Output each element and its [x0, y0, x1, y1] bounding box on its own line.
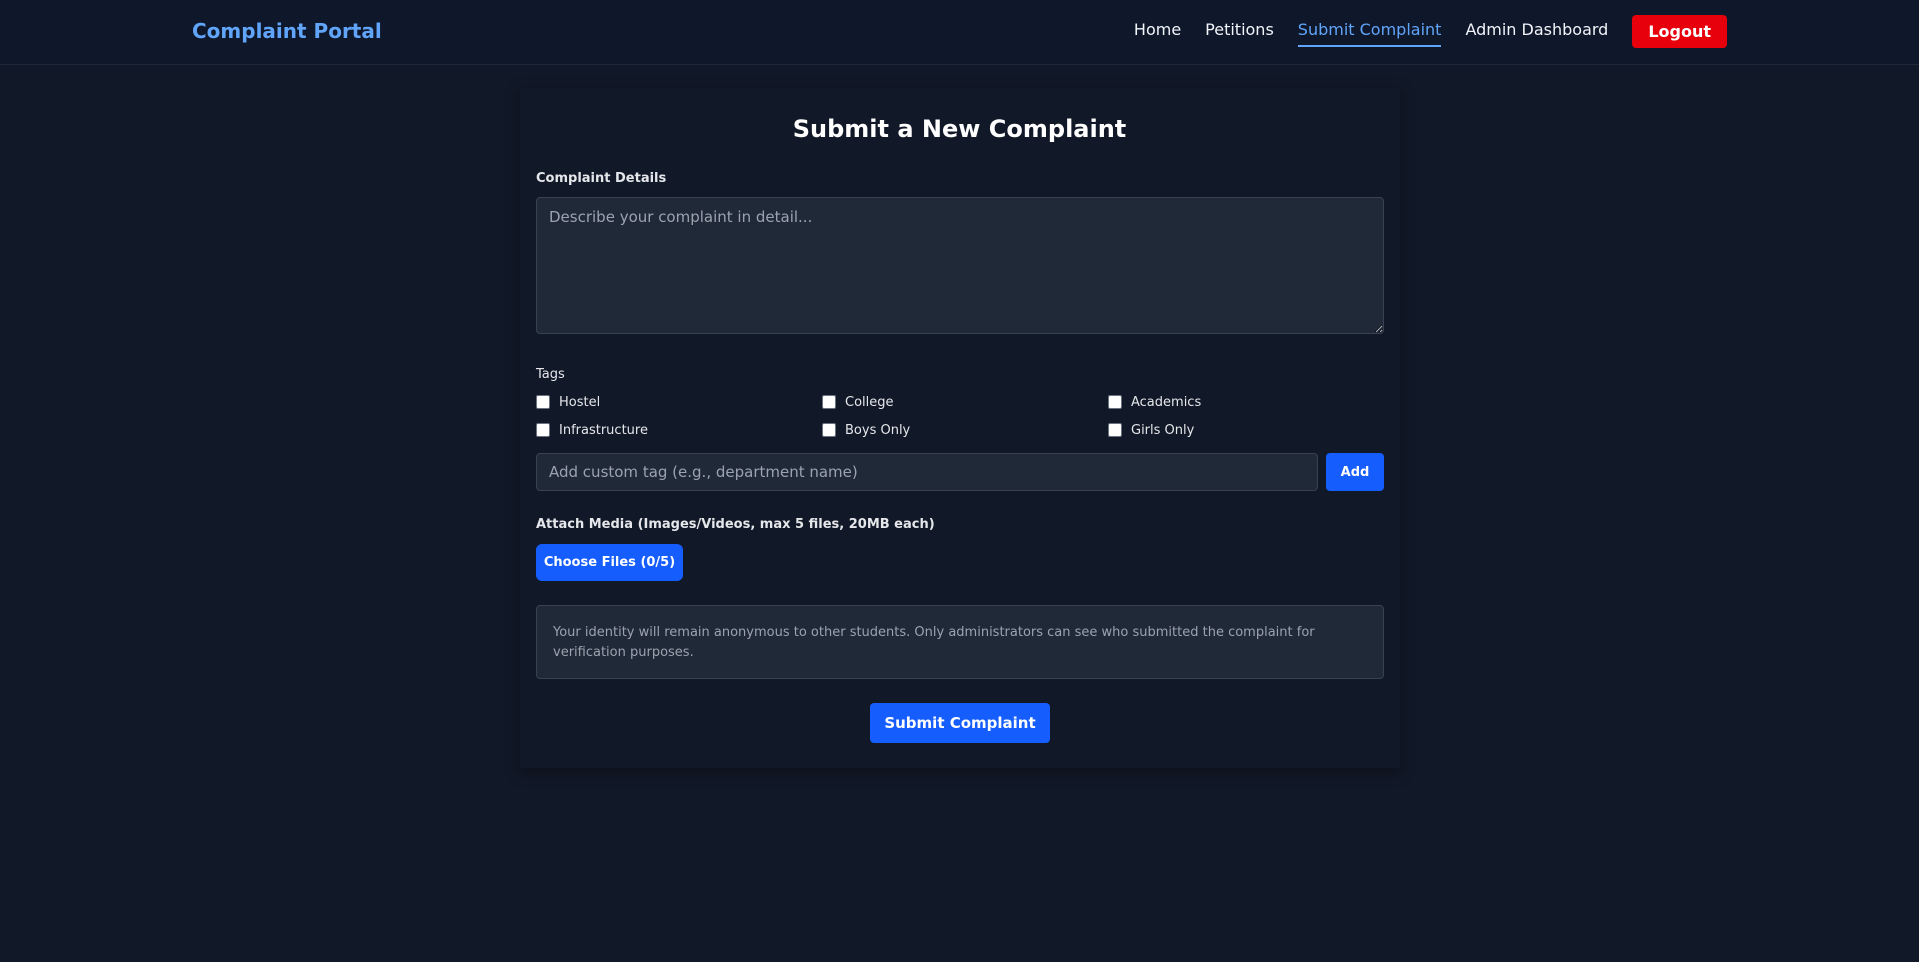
- nav-links: Home Petitions Submit Complaint Admin Da…: [1134, 15, 1727, 48]
- anonymity-notice: Your identity will remain anonymous to o…: [536, 605, 1384, 679]
- tag-checkbox-hostel[interactable]: [536, 395, 550, 409]
- tags-label: Tags: [536, 367, 565, 382]
- tag-option-academics[interactable]: Academics: [1108, 393, 1394, 411]
- tag-option-infrastructure[interactable]: Infrastructure: [536, 421, 822, 439]
- page-title: Submit a New Complaint: [792, 115, 1127, 143]
- tag-option-girls-only[interactable]: Girls Only: [1108, 421, 1394, 439]
- nav-link-home[interactable]: Home: [1134, 16, 1181, 47]
- tag-label-boys-only: Boys Only: [845, 422, 911, 438]
- tag-option-boys-only[interactable]: Boys Only: [822, 421, 1108, 439]
- complaint-details-label: Complaint Details: [536, 171, 667, 186]
- logout-button[interactable]: Logout: [1632, 15, 1727, 48]
- complaint-details-textarea[interactable]: [536, 197, 1384, 334]
- tag-checkbox-girls-only[interactable]: [1108, 423, 1122, 437]
- submit-complaint-button[interactable]: Submit Complaint: [870, 703, 1050, 743]
- tag-label-girls-only: Girls Only: [1131, 422, 1195, 438]
- tag-label-infrastructure: Infrastructure: [559, 422, 648, 438]
- tag-label-college: College: [845, 394, 894, 410]
- add-tag-button[interactable]: Add: [1326, 453, 1384, 491]
- tag-checkbox-college[interactable]: [822, 395, 836, 409]
- tag-checkbox-boys-only[interactable]: [822, 423, 836, 437]
- nav-link-submit-complaint[interactable]: Submit Complaint: [1297, 16, 1442, 47]
- brand-logo[interactable]: Complaint Portal: [192, 19, 382, 43]
- tag-label-academics: Academics: [1131, 394, 1202, 410]
- top-navbar: Complaint Portal Home Petitions Submit C…: [0, 0, 1919, 65]
- choose-files-button[interactable]: Choose Files (0/5): [536, 544, 683, 581]
- custom-tag-input[interactable]: [536, 453, 1318, 491]
- nav-link-petitions[interactable]: Petitions: [1205, 16, 1274, 47]
- tag-option-hostel[interactable]: Hostel: [536, 393, 822, 411]
- attach-media-label: Attach Media (Images/Videos, max 5 files…: [536, 517, 935, 532]
- tag-checkbox-infrastructure[interactable]: [536, 423, 550, 437]
- tags-grid: Hostel College Academics Infrastructure …: [536, 393, 1396, 439]
- tag-label-hostel: Hostel: [559, 394, 601, 410]
- tag-checkbox-academics[interactable]: [1108, 395, 1122, 409]
- nav-link-admin-dashboard[interactable]: Admin Dashboard: [1465, 16, 1608, 47]
- tag-option-college[interactable]: College: [822, 393, 1108, 411]
